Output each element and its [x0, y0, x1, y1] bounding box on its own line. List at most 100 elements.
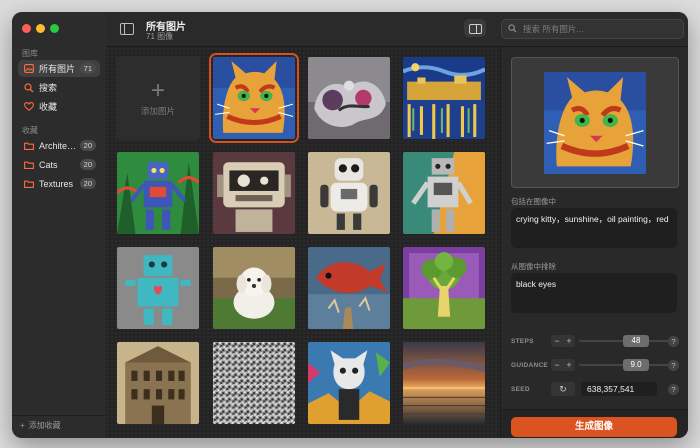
count-badge: 20: [79, 178, 96, 189]
search-field[interactable]: [501, 19, 684, 39]
sidebar: 图库 所有图片 71 搜索 收藏 收藏 Architecture: [12, 12, 107, 438]
sidebar-item-label: 收藏: [39, 102, 58, 112]
image-preview: [511, 57, 679, 188]
help-icon[interactable]: ?: [668, 359, 679, 371]
folder-icon: [24, 141, 34, 151]
image-thumbnail[interactable]: [212, 341, 296, 425]
inspector-panel: 包括在图像中 crying kitty，sunshine，oil paintin…: [500, 47, 688, 438]
folder-icon: [24, 179, 34, 189]
noise-texture-image: [213, 342, 295, 424]
close-window-button[interactable]: [22, 24, 31, 33]
guidance-row: GUIDANCE − + 9.0 ?: [511, 358, 679, 372]
image-thumbnail[interactable]: [402, 56, 486, 140]
image-thumbnail[interactable]: [307, 56, 391, 140]
include-prompt-field[interactable]: crying kitty，sunshine，oil painting，red: [511, 208, 677, 248]
divider: [12, 415, 106, 416]
image-thumbnail[interactable]: [307, 151, 391, 235]
sidebar-item-search[interactable]: 搜索: [18, 79, 100, 96]
image-thumbnail[interactable]: [116, 341, 200, 425]
window-controls: [22, 24, 59, 33]
teal-robot-image: [117, 247, 199, 329]
exclude-label: 从图像中排除: [511, 262, 556, 271]
steps-slider[interactable]: 48: [579, 335, 673, 347]
search-icon: [24, 82, 34, 93]
image-thumbnail[interactable]: [116, 246, 200, 330]
image-thumbnail[interactable]: [212, 246, 296, 330]
sunset-sea-image: [403, 342, 485, 424]
refresh-seed-button[interactable]: ↻: [551, 382, 575, 396]
sidebar-item-textures[interactable]: Textures 20: [18, 175, 100, 192]
help-icon[interactable]: ?: [668, 383, 679, 395]
guidance-value[interactable]: 9.0: [623, 359, 649, 371]
sidebar-item-all-images[interactable]: 所有图片 71: [18, 60, 100, 77]
puppy-photo-image: [213, 247, 295, 329]
include-label: 包括在图像中: [511, 197, 556, 206]
night-river-painting-image: [403, 57, 485, 139]
surreal-fish-image: [308, 247, 390, 329]
sidebar-item-label: Architecture: [39, 140, 80, 151]
image-grid: + 添加图片: [106, 47, 500, 438]
search-input[interactable]: [521, 23, 675, 35]
image-thumbnail[interactable]: [402, 341, 486, 425]
library-section-title: 图库: [22, 49, 38, 58]
search-icon: [508, 23, 517, 35]
boxy-robot-image: [213, 152, 295, 234]
image-thumbnail[interactable]: [116, 151, 200, 235]
count-badge: 71: [79, 63, 96, 74]
plus-icon[interactable]: +: [563, 335, 575, 347]
minus-icon[interactable]: −: [551, 359, 563, 371]
add-collection-button[interactable]: + 添加收藏: [20, 420, 61, 431]
image-thumbnail[interactable]: [307, 246, 391, 330]
generate-button[interactable]: 生成图像: [511, 417, 677, 437]
guidance-slider[interactable]: 9.0: [579, 359, 673, 371]
seed-row: SEED ↻ 638,357,541 ?: [511, 382, 679, 396]
image-thumbnail[interactable]: [402, 246, 486, 330]
folder-icon: [24, 160, 34, 170]
collections-section-title: 收藏: [22, 126, 38, 135]
broccoli-tree-image: [403, 247, 485, 329]
tall-robot-image: [403, 152, 485, 234]
seed-field[interactable]: 638,357,541: [581, 382, 657, 396]
minimize-window-button[interactable]: [36, 24, 45, 33]
cat-painting-preview-image: [544, 71, 646, 174]
plus-icon: +: [150, 76, 165, 104]
sidebar-item-cats[interactable]: Cats 20: [18, 156, 100, 173]
steps-row: STEPS − + 48 ?: [511, 334, 679, 348]
app-window: 图库 所有图片 71 搜索 收藏 收藏 Architecture: [12, 12, 688, 438]
refresh-icon: ↻: [559, 384, 567, 394]
add-collection-label: 添加收藏: [28, 421, 61, 430]
toolbar: 所有图片 71 图像: [106, 12, 688, 47]
inspector-toggle-button[interactable]: [464, 19, 486, 37]
guidance-stepper[interactable]: − +: [551, 359, 575, 371]
sidebar-item-label: 搜索: [39, 83, 58, 93]
add-image-button[interactable]: + 添加图片: [116, 56, 200, 140]
help-icon[interactable]: ?: [668, 335, 679, 347]
cat-painting-image: [213, 57, 295, 139]
image-thumbnail[interactable]: [307, 341, 391, 425]
guidance-label: GUIDANCE: [511, 361, 549, 369]
sidebar-toggle-icon[interactable]: [120, 23, 134, 35]
sidebar-item-label: Textures: [39, 178, 74, 189]
count-badge: 20: [79, 140, 96, 151]
graffiti-cat-image: [308, 342, 390, 424]
steps-stepper[interactable]: − +: [551, 335, 575, 347]
heart-icon: [24, 102, 34, 112]
sidebar-item-architecture[interactable]: Architecture 20: [18, 137, 100, 154]
sepia-architecture-image: [117, 342, 199, 424]
page-subtitle: 71 图像: [146, 32, 174, 41]
image-thumbnail[interactable]: [402, 151, 486, 235]
sidebar-item-favorites[interactable]: 收藏: [18, 98, 100, 115]
add-image-label: 添加图片: [140, 105, 175, 116]
robot-jungle-image: [117, 152, 199, 234]
exclude-prompt-field[interactable]: black eyes: [511, 273, 677, 313]
minus-icon[interactable]: −: [551, 335, 563, 347]
seed-label: SEED: [511, 385, 530, 393]
zoom-window-button[interactable]: [50, 24, 59, 33]
steps-value[interactable]: 48: [623, 335, 649, 347]
plus-icon: +: [20, 421, 25, 430]
image-thumbnail[interactable]: [212, 151, 296, 235]
sidebar-item-label: 所有图片: [39, 64, 76, 74]
count-badge: 20: [79, 159, 96, 170]
plus-icon[interactable]: +: [563, 359, 575, 371]
image-thumbnail-cat[interactable]: [209, 53, 299, 143]
